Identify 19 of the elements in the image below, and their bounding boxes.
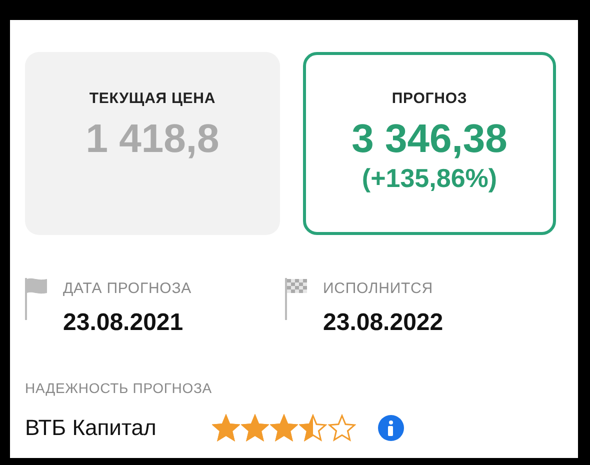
star-icon <box>299 414 327 442</box>
current-price-value: 1 418,8 <box>86 118 220 158</box>
forecast-value: 3 346,38 <box>352 118 508 158</box>
source-name: ВТБ Капитал <box>25 414 158 442</box>
forecast-label: ПРОГНОЗ <box>392 89 468 109</box>
star-icon <box>328 414 356 442</box>
date-label: ИСПОЛНИТСЯ <box>323 279 434 299</box>
flag-icon <box>25 278 49 320</box>
date-value: 23.08.2022 <box>323 308 444 338</box>
forecast-change: (+135,86%) <box>362 164 498 190</box>
reliability-label: НАДЕЖНОСТЬ ПРОГНОЗА <box>25 379 213 398</box>
checkered-flag-icon <box>285 278 309 320</box>
current-price-label: ТЕКУЩАЯ ЦЕНА <box>89 89 216 109</box>
star-icon <box>270 414 298 442</box>
star-icon <box>241 414 269 442</box>
date-label: ДАТА ПРОГНОЗА <box>63 279 192 299</box>
star-icon <box>212 414 240 442</box>
info-icon[interactable] <box>378 414 404 440</box>
date-value: 23.08.2021 <box>63 308 184 338</box>
